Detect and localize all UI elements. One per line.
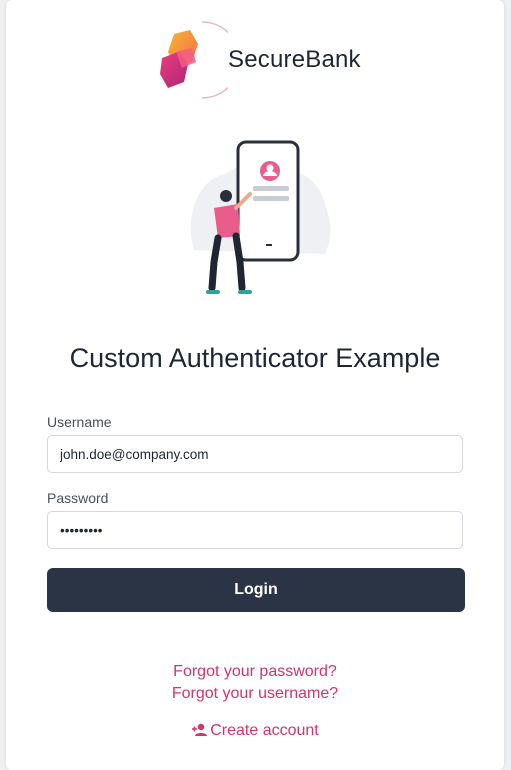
login-button[interactable]: Login [47,568,465,612]
page-title: Custom Authenticator Example [69,343,441,373]
hexagon-logo-icon [160,21,228,99]
securebank-logo: SecureBank [156,18,376,102]
forgot-username-link[interactable]: Forgot your username? [6,685,504,703]
create-account-link[interactable]: Create account [6,722,504,740]
phone-user-illustration [190,140,331,294]
create-account-label: Create account [210,722,319,739]
add-user-icon [192,723,208,736]
brand-name: SecureBank [228,46,361,73]
forgot-password-link[interactable]: Forgot your password? [6,663,504,681]
password-label: Password [47,490,109,506]
password-input[interactable] [47,511,463,549]
username-input[interactable] [47,435,463,473]
login-card: SecureBank Custom Authenticator Example … [6,0,504,770]
username-label: Username [47,414,112,430]
